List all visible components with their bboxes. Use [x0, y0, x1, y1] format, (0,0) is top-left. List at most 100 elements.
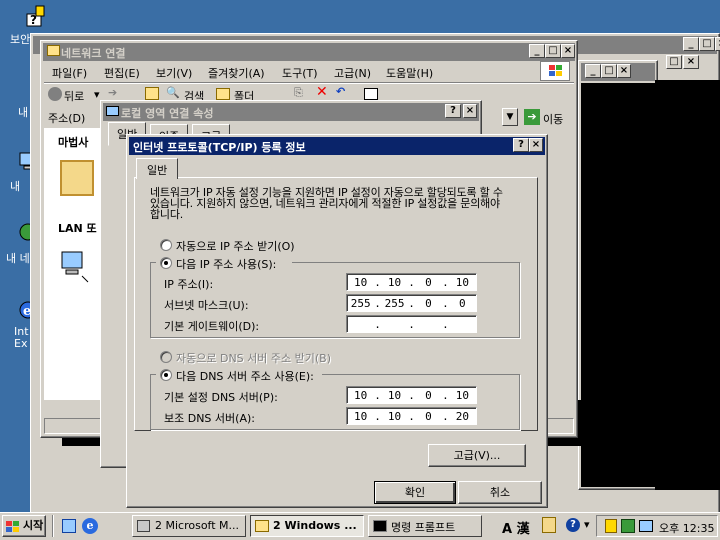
forward-arrow-icon[interactable]: ➔: [108, 86, 117, 99]
maximize-button[interactable]: □: [699, 37, 715, 51]
lan-properties-titlebar[interactable]: 로컬 영역 연결 속성: [103, 103, 479, 121]
mmc-icon: [137, 520, 150, 532]
show-desktop-icon[interactable]: [62, 519, 76, 533]
chevron-down-icon[interactable]: ▾: [584, 518, 590, 531]
go-button-label[interactable]: 이동: [543, 111, 563, 127]
security-icon: ?: [26, 5, 45, 27]
address-label: 주소(D): [48, 112, 86, 125]
advanced-button[interactable]: 고급(V)...: [428, 444, 526, 467]
menu-favorites[interactable]: 즐겨찾기(A): [208, 65, 265, 81]
desktop-icon-label: 보안: [10, 33, 31, 46]
close-button[interactable]: ×: [683, 55, 699, 69]
move-icon[interactable]: ⎘: [294, 86, 303, 100]
back-arrow-icon[interactable]: [48, 87, 62, 101]
preferred-dns-field[interactable]: 10. 10. 0. 10: [346, 386, 477, 404]
subnet-octet: 255: [384, 296, 405, 310]
ip-address-field[interactable]: 10. 10. 0. 10: [346, 273, 477, 291]
subnet-octet: 0: [459, 296, 466, 310]
chevron-down-icon[interactable]: ▾: [94, 88, 100, 101]
wizard-section-label: 마법사: [58, 136, 89, 149]
menu-file[interactable]: 파일(F): [52, 65, 87, 81]
close-button[interactable]: ×: [561, 44, 575, 58]
ip-octet: 10: [455, 275, 469, 289]
wizard-icon[interactable]: [60, 160, 94, 196]
views-icon[interactable]: [364, 88, 378, 100]
dns2-octet: 10: [387, 409, 402, 423]
ok-button[interactable]: 확인: [374, 481, 456, 504]
cancel-button[interactable]: 취소: [458, 481, 542, 504]
gateway-field[interactable]: ...: [346, 315, 477, 333]
help-button[interactable]: ?: [513, 138, 529, 152]
taskbar-item-label: 2 Windows ...: [273, 519, 357, 532]
taskbar-item-cmd[interactable]: 명령 프롬프트: [368, 515, 482, 537]
menu-advanced[interactable]: 고급(N): [334, 65, 371, 81]
dns2-octet: 10: [354, 409, 368, 423]
clock[interactable]: 오후 12:35: [659, 520, 714, 536]
network-connections-titlebar[interactable]: 네트워크 연결: [43, 43, 575, 61]
subnet-octet: 0: [425, 296, 432, 310]
desktop-icon-security[interactable]: ?: [24, 4, 46, 28]
dns2-octet: 0: [425, 409, 432, 423]
auto-dns-label[interactable]: 자동으로 DNS 서버 주소 받기(B): [176, 350, 331, 366]
minimize-button[interactable]: _: [529, 44, 545, 58]
menu-view[interactable]: 보기(V): [156, 65, 192, 81]
manual-dns-radio[interactable]: [160, 369, 172, 381]
quicklaunch-separator: [52, 515, 54, 537]
maximize-button[interactable]: □: [601, 64, 617, 78]
restore-button[interactable]: □: [666, 55, 682, 69]
dns1-octet: 10: [387, 388, 402, 402]
manual-ip-label[interactable]: 다음 IP 주소 사용(S):: [176, 256, 276, 272]
ime-indicator[interactable]: A 漢: [502, 518, 530, 537]
start-button[interactable]: 시작: [2, 515, 46, 537]
cmd-window[interactable]: _ □ ×: [578, 60, 658, 490]
auto-dns-radio[interactable]: [160, 351, 172, 363]
dialog-title: 로컬 영역 연결 속성: [121, 107, 214, 120]
close-button[interactable]: ×: [463, 104, 477, 118]
gateway-label: 기본 게이트웨이(D):: [164, 320, 260, 333]
maximize-button[interactable]: □: [545, 44, 561, 58]
system-tray: 오후 12:35: [596, 515, 718, 537]
close-button[interactable]: ×: [529, 138, 543, 152]
folder-icon: [47, 45, 60, 56]
network-icon: [106, 106, 119, 116]
lan-section-label: LAN 또: [58, 222, 97, 235]
close-button[interactable]: ×: [617, 64, 631, 78]
network-tray-icon[interactable]: [621, 519, 635, 533]
auto-ip-label[interactable]: 자동으로 IP 주소 받기(O): [176, 238, 295, 254]
minimize-button[interactable]: _: [585, 64, 601, 78]
taskbar-item-mmc[interactable]: 2 Microsoft M...: [132, 515, 246, 537]
minimize-button[interactable]: _: [683, 37, 699, 51]
alternate-dns-field[interactable]: 10. 10. 0. 20: [346, 407, 477, 425]
go-icon[interactable]: ➔: [524, 109, 540, 125]
shield-icon[interactable]: [605, 519, 617, 533]
lan-connection-icon[interactable]: [60, 250, 90, 284]
delete-icon[interactable]: ✕: [316, 84, 328, 100]
manual-ip-radio[interactable]: [160, 257, 172, 269]
tab-general[interactable]: 일반: [136, 158, 179, 179]
help-icon[interactable]: ?: [566, 518, 580, 532]
ip-address-label: IP 주소(I):: [164, 278, 214, 291]
address-dropdown[interactable]: ▼: [502, 108, 518, 126]
ime-icon[interactable]: [542, 517, 556, 533]
menu-tools[interactable]: 도구(T): [282, 65, 318, 81]
back-button-label[interactable]: 뒤로: [64, 88, 84, 104]
ip-octet: 10: [354, 275, 368, 289]
windows-logo-icon: [540, 61, 570, 81]
folders-icon: [216, 88, 230, 100]
help-button[interactable]: ?: [445, 104, 461, 118]
ie-quicklaunch-icon[interactable]: e: [82, 518, 98, 534]
auto-ip-radio[interactable]: [160, 239, 172, 251]
cmd-console[interactable]: [581, 83, 655, 487]
tcpip-titlebar[interactable]: 인터넷 프로토콜(TCP/IP) 등록 정보: [129, 137, 545, 155]
folder-icon: [255, 520, 269, 532]
menu-edit[interactable]: 편집(E): [104, 65, 140, 81]
cmd-console[interactable]: [655, 80, 720, 490]
close-button[interactable]: ×: [715, 37, 720, 51]
up-folder-icon[interactable]: [145, 87, 159, 100]
display-tray-icon[interactable]: [639, 520, 653, 532]
subnet-mask-field[interactable]: 255. 255. 0. 0: [346, 294, 477, 312]
taskbar-item-windows[interactable]: 2 Windows ...: [250, 515, 364, 537]
menu-help[interactable]: 도움말(H): [386, 65, 433, 81]
undo-icon[interactable]: ↶: [336, 85, 345, 98]
manual-dns-label[interactable]: 다음 DNS 서버 주소 사용(E):: [176, 368, 314, 384]
